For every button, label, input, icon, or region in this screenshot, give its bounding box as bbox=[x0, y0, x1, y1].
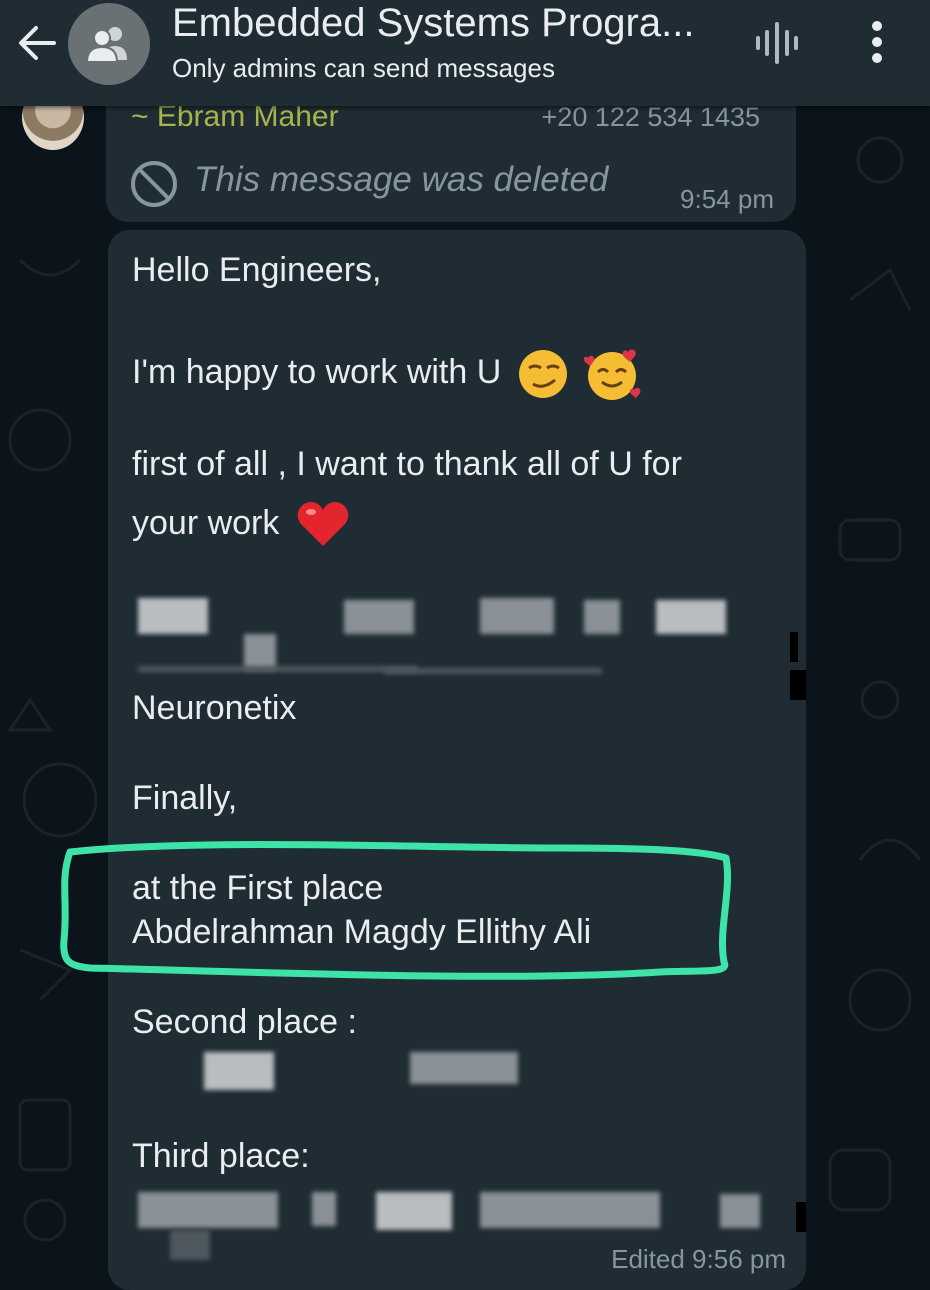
message-bubble[interactable]: Hello Engineers, I'm happy to work with … bbox=[108, 230, 806, 1290]
message-third-place: Third place: bbox=[132, 1137, 310, 1175]
redacted-block bbox=[376, 1192, 452, 1230]
more-options-icon[interactable] bbox=[862, 18, 892, 66]
message-second-place: Second place : bbox=[132, 1003, 357, 1041]
redacted-fragment bbox=[138, 666, 418, 672]
message-greeting: Hello Engineers, bbox=[132, 251, 382, 289]
message-thanks-line-2: your work bbox=[132, 500, 351, 550]
voice-chat-icon[interactable] bbox=[752, 20, 802, 66]
sender-phone: +20 122 534 1435 bbox=[541, 102, 760, 132]
message-happy-text: I'm happy to work with U bbox=[132, 352, 502, 391]
smirk-emoji-icon bbox=[518, 350, 567, 398]
message-edited-time: Edited 9:56 pm bbox=[611, 1244, 786, 1274]
redacted-block bbox=[656, 600, 726, 634]
message-finally: Finally, bbox=[132, 779, 238, 817]
message-thanks-text-2: your work bbox=[132, 503, 280, 542]
message-time: 9:54 pm bbox=[680, 184, 774, 214]
redacted-block bbox=[344, 600, 414, 634]
message-thanks-line-1: first of all , I want to thank all of U … bbox=[132, 445, 682, 483]
redacted-block bbox=[138, 598, 208, 634]
redacted-block bbox=[480, 598, 554, 634]
blocked-icon bbox=[131, 161, 177, 207]
redacted-block bbox=[138, 1192, 278, 1228]
redacted-block bbox=[410, 1052, 518, 1084]
redaction-edge bbox=[790, 670, 806, 700]
redacted-block bbox=[204, 1052, 274, 1090]
smiling-hearts-emoji-icon bbox=[584, 349, 641, 400]
back-arrow-icon[interactable] bbox=[14, 20, 60, 66]
redacted-block bbox=[170, 1230, 210, 1260]
redaction-edge bbox=[796, 1202, 806, 1232]
redacted-block bbox=[480, 1192, 660, 1228]
redacted-block bbox=[244, 634, 276, 670]
deleted-message-text: This message was deleted bbox=[194, 160, 609, 199]
redacted-block bbox=[312, 1192, 336, 1226]
message-neuronetix: Neuronetix bbox=[132, 689, 297, 727]
redacted-fragment bbox=[384, 668, 602, 674]
group-avatar[interactable] bbox=[68, 3, 150, 85]
chat-title[interactable]: Embedded Systems Progra... bbox=[172, 0, 694, 46]
message-first-place-name: Abdelrahman Magdy Ellithy Ali bbox=[132, 913, 592, 951]
redaction-edge bbox=[790, 632, 798, 662]
chat-header: Embedded Systems Progra... Only admins c… bbox=[0, 0, 930, 106]
message-happy-line: I'm happy to work with U bbox=[132, 346, 644, 402]
chat-subtitle: Only admins can send messages bbox=[172, 53, 555, 83]
message-first-place: at the First place bbox=[132, 869, 384, 907]
group-icon bbox=[85, 27, 127, 63]
redacted-block bbox=[584, 600, 620, 634]
red-heart-emoji-icon bbox=[297, 502, 349, 546]
redacted-block bbox=[720, 1194, 760, 1228]
